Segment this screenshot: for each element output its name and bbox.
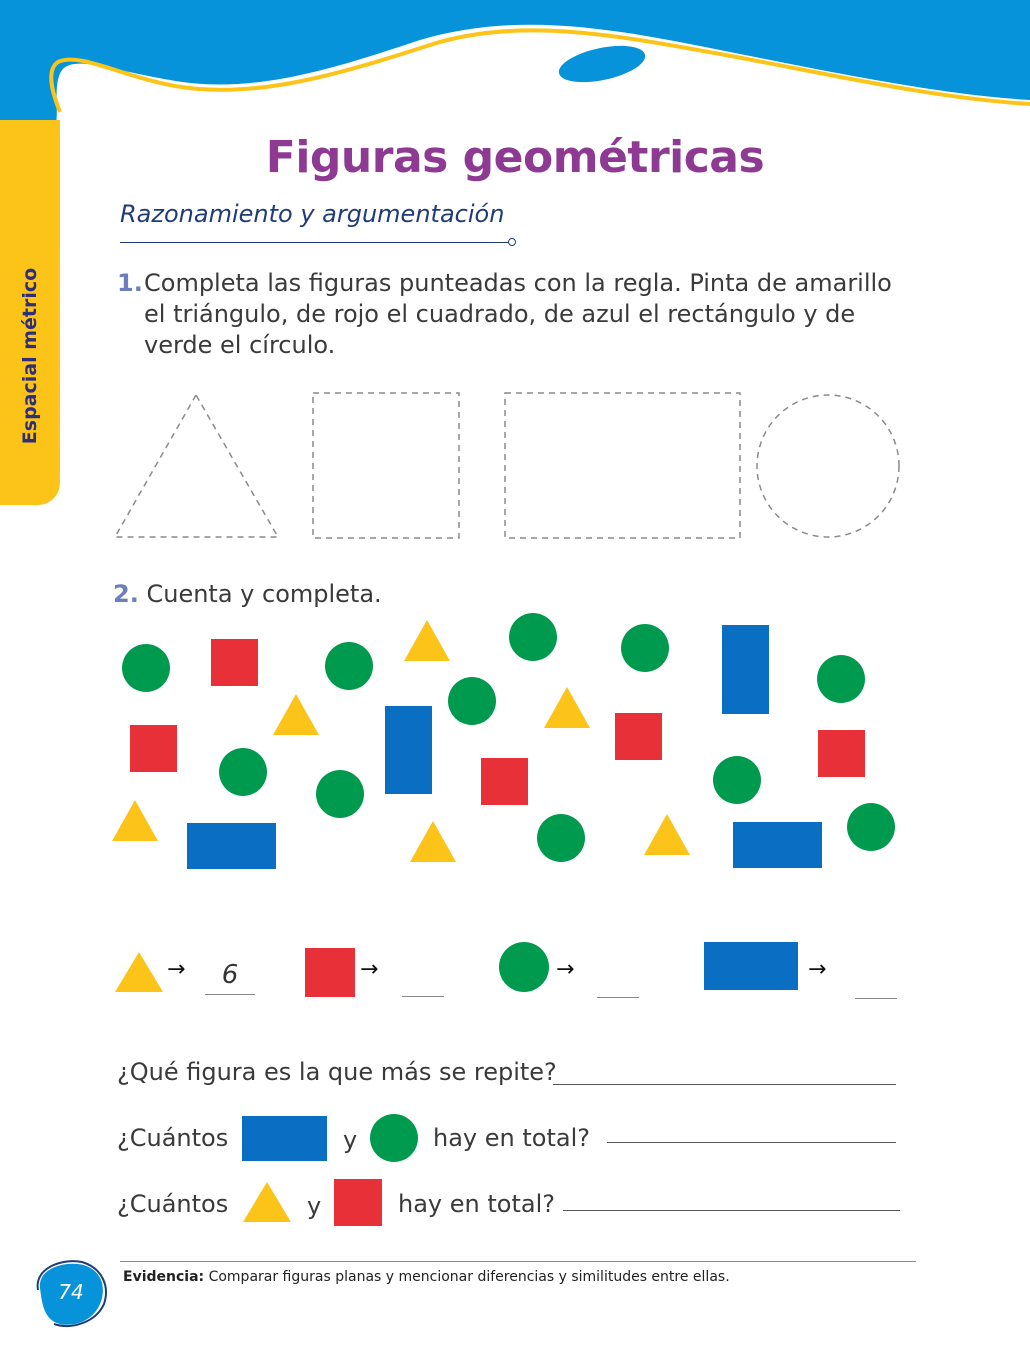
header-wave	[0, 0, 1030, 145]
green-circle	[122, 644, 170, 692]
green-circle	[219, 748, 267, 796]
yellow-triangle	[410, 821, 456, 862]
rectangle-icon	[704, 942, 798, 990]
section-rule	[120, 242, 510, 243]
dotted-shapes	[113, 392, 900, 539]
red-square	[481, 758, 528, 805]
page-title: Figuras geométricas	[265, 132, 765, 183]
blue-rectangle	[733, 822, 822, 868]
yellow-triangle	[544, 687, 590, 728]
arrow-icon: →	[556, 957, 575, 982]
header-blob	[558, 45, 646, 83]
question-total-1-and: y	[343, 1126, 358, 1154]
triangle-icon	[243, 1182, 291, 1222]
section-heading: Razonamiento y argumentación	[120, 200, 505, 228]
rectangle-icon	[242, 1116, 327, 1161]
question-most-repeated: ¿Qué figura es la que más se repite?	[117, 1058, 557, 1086]
dotted-rectangle[interactable]	[504, 392, 741, 539]
blue-rectangle	[187, 823, 276, 869]
green-circle	[509, 613, 557, 661]
question-total-2-prefix: ¿Cuántos	[117, 1190, 229, 1218]
rectangle-count-blank[interactable]	[855, 998, 897, 999]
red-square	[818, 730, 865, 777]
question-total-2-suffix: hay en total?	[398, 1190, 555, 1218]
question-total-2-and: y	[307, 1192, 322, 1220]
shapes-field	[112, 613, 895, 869]
blue-rectangle	[385, 706, 432, 794]
yellow-triangle	[112, 800, 158, 841]
red-square	[211, 639, 258, 686]
circle-count-blank[interactable]	[597, 997, 639, 998]
square-icon	[305, 948, 355, 997]
question-1: 1. Completa las figuras punteadas con la…	[117, 268, 917, 361]
arrow-icon: →	[167, 957, 186, 982]
green-circle	[537, 814, 585, 862]
green-circle	[817, 655, 865, 703]
question-total-1-prefix: ¿Cuántos	[117, 1124, 229, 1152]
evidence-note: Evidencia: Comparar figuras planas y men…	[123, 1269, 730, 1285]
question-total-1-suffix: hay en total?	[433, 1124, 590, 1152]
evidence-label: Evidencia:	[123, 1269, 205, 1285]
triangle-count-blank[interactable]	[205, 994, 255, 995]
blue-rectangle	[722, 625, 769, 714]
side-tab-label: Espacial métrico	[19, 267, 41, 445]
page-number: 74	[58, 1280, 84, 1304]
arrow-icon: →	[808, 957, 827, 982]
green-circle	[316, 770, 364, 818]
green-circle	[325, 642, 373, 690]
yellow-triangle	[644, 814, 690, 855]
section-rule-dot	[508, 238, 516, 246]
square-count-blank[interactable]	[402, 996, 444, 997]
evidence-text: Comparar figuras planas y mencionar dife…	[204, 1269, 730, 1285]
arrow-icon: →	[360, 957, 379, 982]
dotted-circle[interactable]	[756, 394, 900, 538]
green-circle	[713, 756, 761, 804]
circle-icon	[370, 1114, 418, 1162]
green-circle	[448, 677, 496, 725]
dotted-square[interactable]	[312, 392, 460, 539]
red-square	[615, 713, 662, 760]
answer-line-total-1[interactable]	[607, 1142, 896, 1143]
yellow-triangle	[273, 694, 319, 735]
footer-rule	[120, 1261, 916, 1262]
green-circle	[847, 803, 895, 851]
triangle-icon	[115, 952, 163, 992]
red-square	[130, 725, 177, 772]
dotted-triangle[interactable]	[113, 393, 280, 538]
answer-line-most-repeated[interactable]	[553, 1084, 896, 1085]
yellow-triangle	[404, 620, 450, 661]
answer-line-total-2[interactable]	[563, 1210, 900, 1211]
circle-icon	[499, 942, 549, 992]
triangle-count: 6	[221, 960, 239, 990]
question-1-number: 1.	[117, 269, 143, 297]
square-icon	[334, 1179, 382, 1226]
question-1-text: Completa las figuras punteadas con la re…	[144, 269, 892, 359]
green-circle	[621, 624, 669, 672]
